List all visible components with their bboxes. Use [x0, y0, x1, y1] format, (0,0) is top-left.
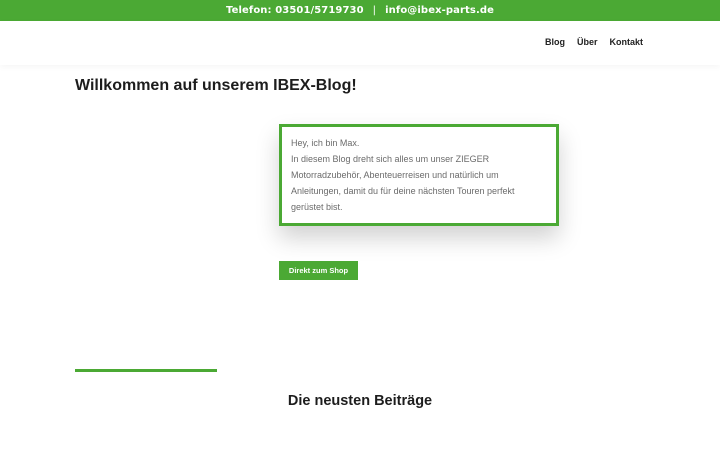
- page-title: Willkommen auf unserem IBEX-Blog!: [75, 77, 357, 94]
- intro-greeting: Hey, ich bin Max.: [291, 138, 360, 148]
- email-link[interactable]: info@ibex-parts.de: [385, 5, 494, 16]
- intro-text: In diesem Blog dreht sich alles um unser…: [291, 154, 515, 212]
- nav-item-ueber[interactable]: Über: [577, 37, 598, 47]
- shop-button[interactable]: Direkt zum Shop: [279, 261, 358, 280]
- phone-number[interactable]: Telefon: 03501/5719730: [226, 5, 364, 16]
- site-header: Blog Über Kontakt: [0, 21, 720, 65]
- section-divider: [75, 369, 217, 372]
- top-contact-bar: Telefon: 03501/5719730 | info@ibex-parts…: [0, 0, 720, 21]
- intro-box: Hey, ich bin Max. In diesem Blog dreht s…: [279, 124, 559, 226]
- contact-separator: |: [372, 5, 377, 16]
- nav-item-kontakt[interactable]: Kontakt: [610, 37, 644, 47]
- nav-item-blog[interactable]: Blog: [545, 37, 565, 47]
- main-nav: Blog Über Kontakt: [545, 37, 643, 47]
- latest-posts-title: Die neusten Beiträge: [287, 393, 433, 409]
